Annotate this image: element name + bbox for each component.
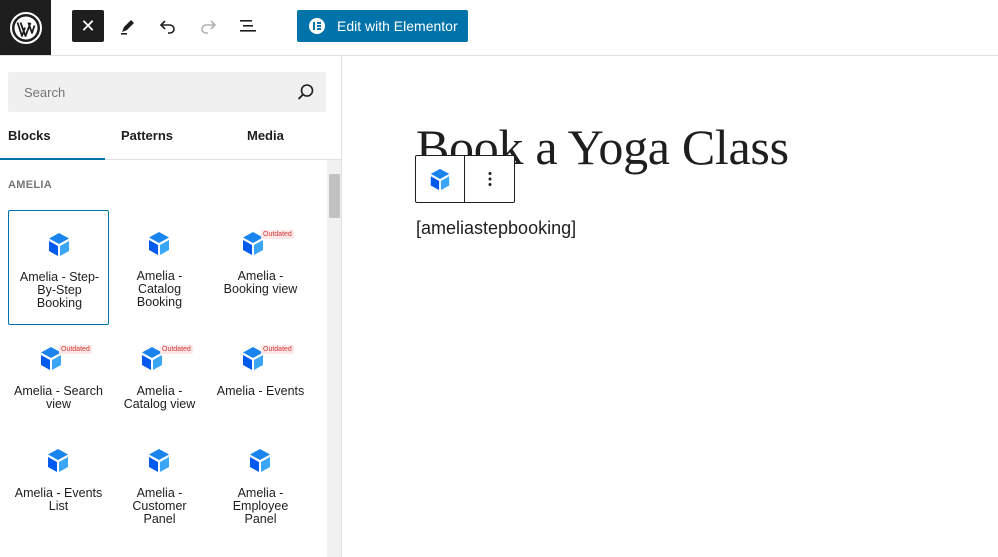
block-label: Amelia - Booking view <box>223 269 298 296</box>
block-type-button[interactable] <box>416 156 465 202</box>
amelia-cube-icon <box>149 232 169 255</box>
outdated-badge: Outdated <box>261 230 294 239</box>
tools-button[interactable] <box>112 10 144 42</box>
tab-blocks[interactable]: Blocks <box>0 116 105 160</box>
block-label: Amelia - Catalog view <box>123 384 196 411</box>
block-options-button[interactable] <box>465 156 514 202</box>
undo-icon <box>159 20 175 34</box>
redo-icon <box>201 20 217 34</box>
inserter-scrollbar[interactable] <box>327 160 341 557</box>
block-toolbar <box>415 155 515 203</box>
block-label: Amelia - Employee Panel <box>232 486 289 526</box>
block-inserter-panel: Blocks Patterns Media AMELIA Amelia - St… <box>0 56 342 557</box>
edit-with-elementor-label: Edit with Elementor <box>337 18 458 34</box>
amelia-cube-icon <box>48 449 68 472</box>
block-label: Amelia - Customer Panel <box>132 486 187 526</box>
tab-patterns[interactable]: Patterns <box>121 116 173 160</box>
block-label: Amelia - Events <box>216 384 305 398</box>
amelia-cube-icon <box>430 168 450 191</box>
undo-button[interactable] <box>152 10 184 42</box>
elementor-icon <box>309 18 325 34</box>
inserter-scrollbar-thumb[interactable] <box>329 174 340 218</box>
block-label: Amelia - Events List <box>14 486 103 513</box>
block-category-title: AMELIA <box>8 179 52 191</box>
block-amelia-events-list[interactable]: Amelia - Events List <box>8 427 109 542</box>
list-view-button[interactable] <box>232 10 264 42</box>
more-vertical-icon <box>488 172 491 186</box>
outdated-badge: Outdated <box>160 345 193 354</box>
block-amelia-booking-view[interactable]: Outdated Amelia - Booking view <box>210 210 311 325</box>
block-amelia-catalog-booking[interactable]: Amelia - Catalog Booking <box>109 210 210 325</box>
pencil-icon <box>121 20 134 35</box>
search-input[interactable] <box>8 72 278 112</box>
wordpress-logo-icon[interactable] <box>0 0 51 55</box>
search-icon[interactable] <box>296 82 316 102</box>
inserter-tabs: Blocks Patterns Media <box>0 116 341 160</box>
editor-canvas: Book a Yoga Class [ameliastepbooking] <box>343 56 998 557</box>
editor-top-toolbar: ✕ Edit with Elementor <box>0 0 998 56</box>
block-amelia-search-view[interactable]: Outdated Amelia - Search view <box>8 325 109 440</box>
block-search <box>8 72 326 112</box>
block-amelia-step-by-step-booking[interactable]: Amelia - Step-By-Step Booking <box>8 210 109 325</box>
block-amelia-events[interactable]: Outdated Amelia - Events <box>210 325 311 440</box>
amelia-cube-icon <box>149 449 169 472</box>
block-amelia-catalog-view[interactable]: Outdated Amelia - Catalog view <box>109 325 210 440</box>
close-inserter-button[interactable]: ✕ <box>72 10 104 42</box>
outdated-badge: Outdated <box>261 345 294 354</box>
block-amelia-employee-panel[interactable]: Amelia - Employee Panel <box>210 427 311 542</box>
block-amelia-customer-panel[interactable]: Amelia - Customer Panel <box>109 427 210 542</box>
amelia-cube-icon <box>250 449 270 472</box>
redo-button[interactable] <box>192 10 224 42</box>
close-icon: ✕ <box>80 16 96 36</box>
edit-with-elementor-button[interactable]: Edit with Elementor <box>297 10 468 42</box>
shortcode-block[interactable]: [ameliastepbooking] <box>416 218 576 239</box>
block-label: Amelia - Step-By-Step Booking <box>19 270 100 310</box>
outdated-badge: Outdated <box>59 345 92 354</box>
block-label: Amelia - Search view <box>14 384 103 411</box>
block-label: Amelia - Catalog Booking <box>136 269 183 309</box>
tab-media[interactable]: Media <box>247 116 284 160</box>
amelia-cube-icon <box>49 233 69 256</box>
list-view-icon <box>240 20 256 32</box>
